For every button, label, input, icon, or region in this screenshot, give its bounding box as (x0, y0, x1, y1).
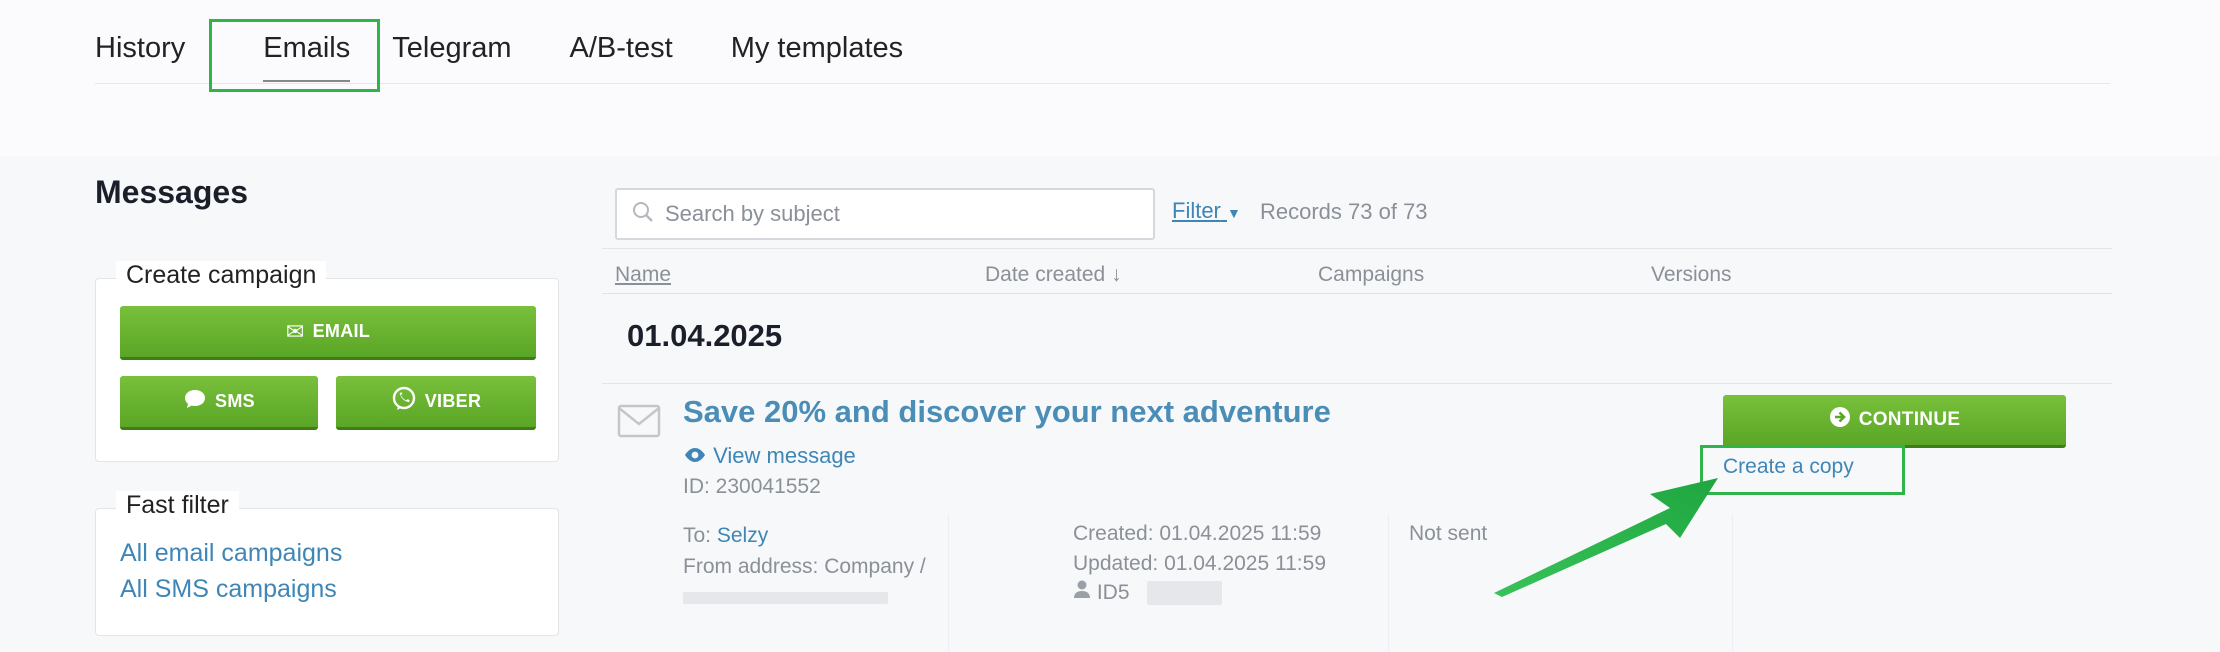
tab-bar: History Emails Telegram A/B-test My temp… (95, 20, 2110, 84)
search-icon (631, 200, 655, 229)
tab-history[interactable]: History (95, 20, 185, 84)
created-timestamp: Created: 01.04.2025 11:59 (1073, 522, 1322, 545)
user-icon (1073, 580, 1097, 604)
view-message-link[interactable]: View message (683, 443, 856, 469)
create-campaign-legend: Create campaign (116, 261, 327, 290)
arrow-right-circle-icon (1829, 406, 1851, 434)
top-bar: History Emails Telegram A/B-test My temp… (0, 0, 2220, 156)
search-box (615, 188, 1155, 240)
message-row: Save 20% and discover your next adventur… (602, 384, 2112, 652)
create-email-label: EMAIL (312, 321, 371, 341)
table-header: Name Date created ↓ Campaigns Versions (602, 248, 2112, 294)
annotation-arrow-icon (1494, 478, 1718, 597)
column-date-created[interactable]: Date created ↓ (985, 263, 1122, 287)
recipient-link[interactable]: Selzy (717, 524, 768, 547)
column-divider (1388, 514, 1389, 652)
create-campaign-panel: Create campaign ✉ EMAIL SMS VIBER (95, 261, 559, 462)
create-viber-button[interactable]: VIBER (336, 376, 536, 430)
envelope-icon: ✉ (285, 318, 305, 344)
redacted-user-id (1147, 581, 1222, 605)
column-divider (948, 514, 949, 652)
send-status: Not sent (1409, 522, 1488, 545)
author-line: ID5 (1073, 579, 1130, 605)
author-id: ID5 (1096, 581, 1130, 604)
tab-ab-test[interactable]: A/B-test (570, 20, 673, 84)
column-name[interactable]: Name (615, 263, 671, 287)
viber-icon (391, 386, 417, 418)
date-group-row: 01.04.2025 (602, 294, 2112, 384)
redacted-email (683, 592, 888, 604)
continue-label: CONTINUE (1858, 409, 1961, 430)
updated-timestamp: Updated: 01.04.2025 11:59 (1073, 552, 1326, 575)
all-sms-campaigns-link[interactable]: All SMS campaigns (120, 575, 337, 604)
tab-highlight-box (209, 19, 380, 92)
filter-label: Filter (1172, 198, 1221, 223)
message-id: ID: 230041552 (683, 475, 821, 498)
column-campaigns: Campaigns (1318, 263, 1425, 286)
fast-filter-legend: Fast filter (116, 491, 239, 520)
eye-icon (683, 443, 713, 468)
all-email-campaigns-link[interactable]: All email campaigns (120, 539, 342, 568)
column-versions: Versions (1651, 263, 1732, 286)
date-group-label: 01.04.2025 (627, 318, 783, 353)
to-label: To: (683, 524, 712, 547)
records-count: Records 73 of 73 (1260, 199, 1428, 224)
search-input[interactable] (665, 201, 1145, 227)
filter-button[interactable]: Filter ▼ (1172, 198, 1241, 224)
create-viber-label: VIBER (424, 391, 482, 411)
create-sms-label: SMS (215, 391, 255, 411)
tab-telegram[interactable]: Telegram (392, 20, 511, 84)
chat-bubble-icon (183, 388, 207, 416)
from-address: From address: Company / (683, 555, 926, 578)
caret-down-icon: ▼ (1227, 205, 1241, 221)
create-email-button[interactable]: ✉ EMAIL (120, 306, 536, 360)
envelope-icon (617, 404, 661, 443)
tab-my-templates[interactable]: My templates (731, 20, 903, 84)
view-message-label: View message (713, 443, 856, 468)
recipient-line: To: Selzy (683, 524, 768, 548)
fast-filter-panel: Fast filter All email campaigns All SMS … (95, 491, 559, 636)
continue-button[interactable]: CONTINUE (1723, 395, 2066, 448)
message-subject-link[interactable]: Save 20% and discover your next adventur… (683, 394, 1331, 430)
sidebar-title: Messages (95, 174, 248, 210)
create-sms-button[interactable]: SMS (120, 376, 318, 430)
